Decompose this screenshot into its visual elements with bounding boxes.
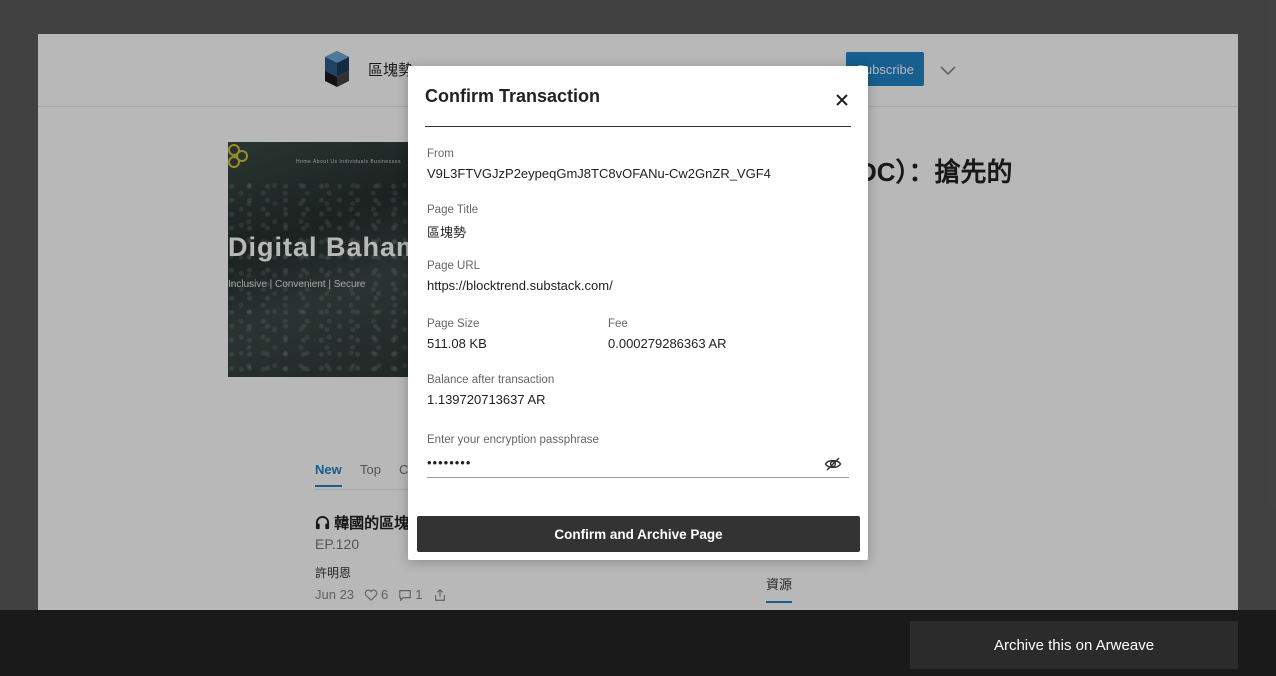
from-value: V9L3FTVGJzP2eypeqGmJ8TC8vOFANu-Cw2GnZR_V… (427, 166, 771, 181)
bottom-bar: Archive this on Arweave (0, 610, 1276, 676)
balance-value: 1.139720713637 AR (427, 392, 546, 407)
page-url-label: Page URL (427, 260, 481, 272)
modal-divider (425, 126, 851, 127)
page-title-value: 區塊勢 (427, 225, 467, 240)
from-label: From (427, 148, 454, 160)
modal-title: Confirm Transaction (425, 86, 601, 106)
page-size-label: Page Size (427, 318, 480, 330)
passphrase-underline (427, 477, 849, 478)
close-icon[interactable] (832, 90, 852, 110)
archive-on-arweave-button[interactable]: Archive this on Arweave (910, 621, 1238, 669)
fee-label: Fee (608, 318, 628, 330)
page-title-label: Page Title (427, 204, 479, 216)
fee-value: 0.000279286363 AR (608, 336, 727, 351)
confirm-transaction-modal: Confirm Transaction From V9L3FTVGJzP2eyp… (408, 66, 868, 560)
eye-off-icon[interactable] (824, 455, 842, 473)
passphrase-label: Enter your encryption passphrase (427, 434, 599, 446)
balance-label: Balance after transaction (427, 374, 555, 386)
page-size-value: 511.08 KB (427, 336, 487, 351)
confirm-archive-button[interactable]: Confirm and Archive Page (417, 516, 860, 552)
passphrase-input[interactable] (427, 450, 822, 474)
page-url-value: https://blocktrend.substack.com/ (427, 278, 613, 293)
